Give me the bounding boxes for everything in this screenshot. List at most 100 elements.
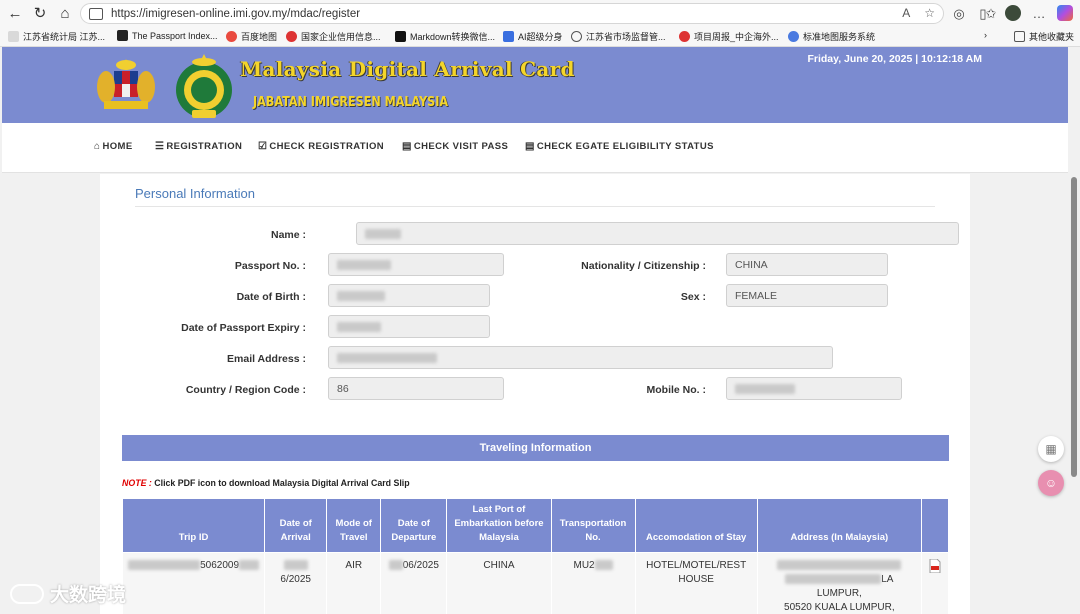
redacted-text — [337, 260, 391, 271]
redacted-text — [128, 560, 201, 571]
country-code-field: 86 — [328, 377, 504, 400]
document-icon: ▤ — [525, 141, 535, 152]
watermark-logo-icon — [10, 583, 44, 604]
accommodation-cell: HOTEL/MOTEL/REST HOUSE — [634, 552, 758, 614]
page-scrollbar[interactable] — [1068, 47, 1080, 614]
check-square-icon: ☑ — [258, 141, 268, 152]
sex-field: FEMALE — [726, 284, 888, 307]
personal-info-title: Personal Information — [135, 186, 255, 201]
site-title: Malaysia Digital Arrival Card — [240, 57, 575, 81]
redacted-text — [785, 574, 882, 585]
divider — [135, 206, 935, 207]
immigration-department-logo — [176, 54, 232, 118]
emblem-icon — [286, 31, 297, 42]
other-favorites[interactable]: 其他收藏夹 — [1014, 30, 1074, 43]
col-date-of-departure: Date of Departure — [380, 498, 448, 553]
nav-home[interactable]: ⌂ HOME — [94, 141, 133, 152]
profile-avatar[interactable] — [1005, 5, 1021, 21]
pdf-cell — [920, 552, 950, 614]
more-options-icon[interactable]: … — [1028, 3, 1050, 24]
bookmark-icon — [395, 31, 406, 42]
bookmark-item[interactable]: 江苏省统计局 江苏... — [8, 30, 105, 43]
list-icon: ☰ — [155, 141, 165, 152]
home-icon[interactable]: ⌂ — [52, 1, 78, 25]
registration-panel: Personal Information Name : Passport No.… — [100, 174, 970, 614]
arrival-cell: 6/2025 — [264, 552, 328, 614]
url-text: https://imigresen-online.imi.gov.my/mdac… — [111, 7, 361, 20]
bookmark-item[interactable]: 标准地图服务系统 — [788, 30, 875, 43]
redacted-text — [777, 560, 902, 571]
redacted-text — [365, 229, 401, 240]
col-accommodation: Accomodation of Stay — [634, 498, 758, 553]
redacted-text — [337, 353, 437, 364]
qr-code-icon[interactable]: ▦ — [1038, 436, 1064, 462]
address-bar[interactable]: https://imigresen-online.imi.gov.my/mdac… — [80, 3, 944, 24]
trip-table: Trip ID Date of Arrival Mode of Travel D… — [121, 498, 950, 614]
dob-field — [328, 284, 490, 307]
current-datetime: Friday, June 20, 2025 | 10:12:18 AM — [807, 53, 982, 65]
redacted-text — [388, 560, 403, 571]
bookmark-icon — [117, 30, 128, 41]
bookmark-icon — [8, 31, 19, 42]
pdf-note: NOTE : Click PDF icon to download Malays… — [122, 478, 410, 488]
document-icon: ▤ — [402, 141, 412, 152]
redacted-text — [735, 384, 795, 395]
site-info-icon[interactable] — [89, 7, 103, 20]
bookmark-item[interactable]: 国家企业信用信息... — [286, 30, 381, 43]
last-port-cell: CHINA — [446, 552, 552, 614]
refresh-icon[interactable]: ↻ — [27, 1, 53, 25]
watermark: 大数跨境 — [10, 580, 126, 607]
mode-cell: AIR — [326, 552, 382, 614]
bookmark-item[interactable]: 项目周报_中企海外... — [679, 30, 779, 43]
nav-check-egate[interactable]: ▤ CHECK EGATE ELIGIBILITY STATUS — [525, 141, 714, 152]
bookmark-item[interactable]: 江苏省市场监督管... — [571, 30, 666, 43]
email-label: Email Address : — [227, 353, 306, 365]
mobile-field — [726, 377, 902, 400]
name-label: Name : — [270, 229, 306, 241]
bookmark-item[interactable]: The Passport Index... — [117, 30, 218, 41]
map-pin-icon — [226, 31, 237, 42]
sex-label: Sex : — [680, 291, 706, 303]
mobile-label: Mobile No. : — [646, 384, 707, 396]
nationality-label: Nationality / Citizenship : — [581, 260, 706, 272]
email-field — [328, 346, 833, 369]
table-header-row: Trip ID Date of Arrival Mode of Travel D… — [121, 498, 950, 553]
col-transportation-no: Transportation No. — [550, 498, 636, 553]
nav-check-visit-pass[interactable]: ▤ CHECK VISIT PASS — [402, 141, 508, 152]
coat-of-arms-logo — [97, 59, 155, 109]
bookmarks-overflow-icon[interactable]: › — [984, 30, 987, 40]
passport-field — [328, 253, 504, 276]
redacted-text — [337, 291, 385, 302]
web-page: Malaysia Digital Arrival Card JABATAN IM… — [0, 47, 1068, 614]
redacted-text — [239, 560, 260, 571]
bookmark-item[interactable]: 百度地图 — [226, 30, 277, 43]
redacted-text — [283, 560, 308, 571]
nav-registration[interactable]: ☰ REGISTRATION — [155, 141, 242, 152]
floating-widgets: ▦ ☺ — [1038, 436, 1064, 504]
note-label: NOTE : — [122, 478, 152, 488]
transport-no-cell: MU2 — [550, 552, 636, 614]
name-field — [356, 222, 959, 245]
scrollbar-thumb[interactable] — [1071, 177, 1077, 477]
map-service-icon — [788, 31, 799, 42]
traveling-info-header: Traveling Information — [122, 435, 949, 461]
passport-expiry-field — [328, 315, 490, 338]
col-trip-id: Trip ID — [121, 498, 266, 553]
bookmark-item[interactable]: AI超级分身 — [503, 30, 563, 43]
assistant-icon[interactable]: ☺ — [1038, 470, 1064, 496]
back-icon[interactable]: ← — [2, 1, 28, 25]
bookmarks-bar: 江苏省统计局 江苏... The Passport Index... 百度地图 … — [0, 27, 1080, 47]
read-aloud-icon[interactable]: A — [902, 6, 910, 20]
bookmark-item[interactable]: Markdown转换微信... — [395, 30, 495, 43]
favorites-icon[interactable]: ✩ — [980, 3, 1002, 24]
globe-icon — [571, 31, 582, 42]
passport-label: Passport No. : — [234, 260, 306, 272]
favorite-star-icon[interactable]: ☆ — [924, 6, 935, 20]
folder-icon — [1014, 31, 1025, 42]
nav-check-registration[interactable]: ☑ CHECK REGISTRATION — [258, 141, 384, 152]
extensions-icon[interactable]: ◎ — [948, 3, 970, 24]
table-row: 5062009 6/2025 AIR 06/2025 CHINA MU2 HOT… — [121, 552, 950, 614]
copilot-icon[interactable] — [1057, 5, 1073, 21]
pdf-download-icon[interactable] — [929, 558, 941, 574]
browser-toolbar: ← ↻ ⌂ https://imigresen-online.imi.gov.m… — [0, 0, 1080, 27]
